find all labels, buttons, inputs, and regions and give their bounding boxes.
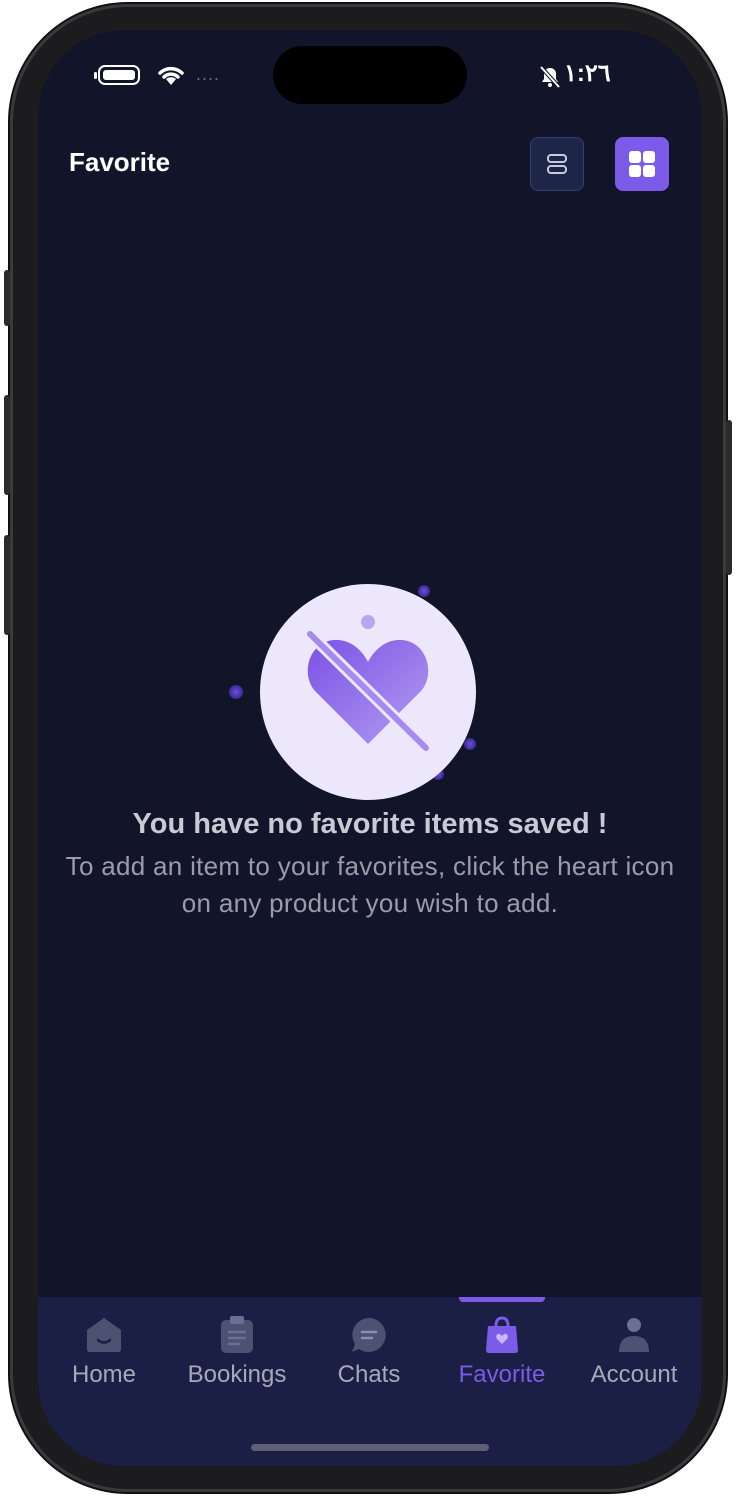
grid-icon bbox=[629, 151, 655, 177]
wifi-icon bbox=[158, 66, 184, 85]
clipboard-icon bbox=[221, 1316, 253, 1353]
tab-label: Favorite bbox=[458, 1361, 546, 1388]
tab-account[interactable]: Account bbox=[568, 1297, 700, 1417]
tab-label: Account bbox=[590, 1361, 678, 1388]
screen: .... ١:٢٦ Favorite You have no favorite … bbox=[38, 30, 702, 1466]
empty-state-description: To add an item to your favorites, click … bbox=[65, 851, 675, 918]
phone-side-button bbox=[726, 420, 732, 575]
tab-chats[interactable]: Chats bbox=[303, 1297, 435, 1417]
page-title: Favorite bbox=[69, 147, 171, 177]
person-icon bbox=[619, 1318, 649, 1352]
tab-label: Bookings bbox=[187, 1361, 287, 1388]
list-icon bbox=[547, 154, 567, 174]
grid-view-button[interactable] bbox=[615, 137, 669, 191]
phone-side-button bbox=[4, 270, 10, 326]
battery-icon bbox=[94, 65, 140, 85]
signal-dots: .... bbox=[196, 64, 221, 84]
tab-bookings[interactable]: Bookings bbox=[171, 1297, 303, 1417]
list-view-button[interactable] bbox=[530, 137, 584, 191]
tab-label: Home bbox=[71, 1361, 137, 1388]
empty-state-title: You have no favorite items saved ! bbox=[132, 808, 608, 840]
heart-slash-icon bbox=[229, 584, 476, 800]
bell-muted-icon bbox=[539, 65, 561, 89]
tab-bar: Home Bookings Chats Favorite Account bbox=[38, 1297, 702, 1466]
home-icon bbox=[87, 1318, 121, 1352]
phone-side-button bbox=[4, 535, 10, 635]
tab-label: Chats bbox=[337, 1361, 401, 1388]
chat-icon bbox=[352, 1318, 386, 1352]
tab-home[interactable]: Home bbox=[38, 1297, 170, 1417]
home-indicator[interactable] bbox=[251, 1444, 489, 1451]
status-time: ١:٢٦ bbox=[564, 60, 611, 87]
bag-heart-icon bbox=[486, 1316, 518, 1353]
tab-favorite[interactable]: Favorite bbox=[436, 1297, 568, 1417]
phone-side-button bbox=[4, 395, 10, 495]
dynamic-island bbox=[273, 46, 467, 104]
